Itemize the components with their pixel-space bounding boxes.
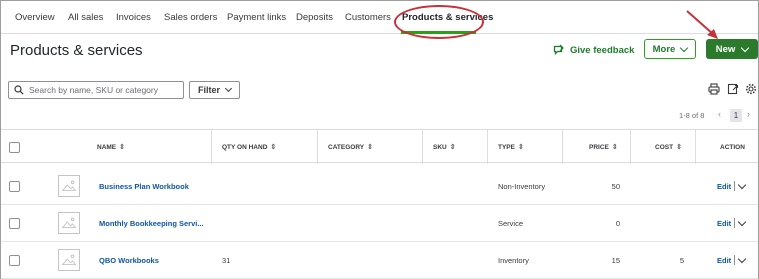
product-cost: [631, 205, 684, 242]
tab-products-services[interactable]: Products & services: [402, 1, 493, 34]
column-divider: [695, 130, 696, 164]
product-name-link[interactable]: Monthly Bookkeeping Servi...: [99, 205, 204, 242]
gear-icon[interactable]: [745, 83, 757, 95]
table-row: QBO Workbooks 31 Inventory 15 5 Edit: [1, 242, 758, 279]
tab-payment-links[interactable]: Payment links: [227, 1, 286, 34]
image-placeholder-icon: [58, 212, 80, 234]
sort-icon: ⇕: [270, 144, 277, 151]
table-row: Monthly Bookkeeping Servi... Service 0 E…: [1, 205, 758, 242]
pagination-current-page[interactable]: 1: [730, 109, 742, 122]
action-divider: [734, 218, 735, 228]
column-header-label: ACTION: [720, 143, 745, 151]
chevron-down-icon: [224, 84, 233, 93]
column-header-label: TYPE: [498, 143, 515, 151]
active-tab-indicator: [401, 31, 476, 34]
chevron-down-icon[interactable]: [737, 180, 747, 190]
product-price: 0: [615, 219, 620, 228]
printer-icon[interactable]: [708, 83, 720, 95]
pagination-prev-button[interactable]: ‹: [718, 109, 721, 119]
table-row: Business Plan Workbook Non-Inventory 50 …: [1, 168, 758, 205]
product-price: 15: [611, 256, 620, 265]
more-button-label: More: [652, 43, 676, 55]
column-header-type[interactable]: TYPE ⇕: [498, 130, 524, 164]
column-header-sku[interactable]: SKU ⇕: [433, 130, 456, 164]
chevron-down-icon: [680, 43, 689, 52]
action-divider: [734, 181, 735, 191]
pagination-next-button[interactable]: ›: [747, 109, 750, 119]
column-divider: [422, 130, 423, 164]
column-header-qty[interactable]: QTY ON HAND ⇕: [222, 130, 276, 164]
feedback-icon: [553, 44, 564, 56]
table-header: NAME ⇕ QTY ON HAND ⇕ CATEGORY ⇕ SKU ⇕ TYPE ⇕ …: [1, 129, 758, 164]
sort-icon: ⇕: [119, 144, 126, 151]
chevron-down-icon[interactable]: [737, 254, 747, 264]
column-header-label: PRICE: [589, 143, 609, 151]
new-button-label: New: [715, 43, 736, 55]
tab-sales-orders[interactable]: Sales orders: [164, 1, 217, 34]
column-header-name[interactable]: NAME ⇕: [97, 130, 125, 164]
column-header-label: SKU: [433, 143, 447, 151]
give-feedback-link[interactable]: Give feedback: [553, 43, 634, 57]
edit-link[interactable]: Edit: [717, 242, 731, 279]
product-price: 50: [611, 182, 620, 191]
chevron-down-icon[interactable]: [737, 217, 747, 227]
column-divider: [487, 130, 488, 164]
pagination-range: 1-8 of 8: [679, 111, 705, 120]
chevron-down-icon: [741, 43, 750, 52]
product-cost: [631, 168, 684, 205]
column-divider: [630, 130, 631, 164]
search-box: [8, 81, 184, 99]
product-type: Non-Inventory: [498, 182, 546, 191]
page-title: Products & services: [10, 42, 143, 59]
new-button[interactable]: New: [706, 39, 758, 59]
sort-icon: ⇕: [449, 144, 456, 151]
search-icon: [14, 85, 24, 95]
sort-icon: ⇕: [611, 144, 618, 151]
product-name-link[interactable]: QBO Workbooks: [99, 242, 159, 279]
product-name-link[interactable]: Business Plan Workbook: [99, 168, 189, 205]
column-header-label: QTY ON HAND: [222, 143, 268, 151]
tab-customers[interactable]: Customers: [345, 1, 391, 34]
product-type: Service: [498, 219, 524, 228]
column-divider: [562, 130, 563, 164]
column-header-price[interactable]: PRICE ⇕: [589, 130, 618, 164]
column-header-label: COST: [655, 143, 674, 151]
image-placeholder-icon: [58, 175, 80, 197]
more-button[interactable]: More: [644, 39, 696, 59]
column-divider: [211, 130, 212, 164]
filter-button-label: Filter: [197, 85, 220, 95]
filter-button[interactable]: Filter: [189, 81, 240, 99]
column-header-cost[interactable]: COST ⇕: [655, 130, 682, 164]
search-input[interactable]: [29, 85, 179, 95]
export-icon[interactable]: [727, 83, 739, 95]
product-type: Inventory: [498, 256, 529, 265]
tab-all-sales[interactable]: All sales: [68, 1, 103, 34]
top-tabs: Overview All sales Invoices Sales orders…: [1, 1, 758, 34]
column-header-label: NAME: [97, 143, 117, 151]
column-divider: [317, 130, 318, 164]
sort-icon: ⇕: [367, 144, 373, 151]
sort-icon: ⇕: [676, 144, 682, 151]
tab-overview[interactable]: Overview: [15, 1, 55, 34]
row-checkbox[interactable]: [9, 181, 20, 192]
column-header-action: ACTION: [720, 130, 745, 164]
tab-invoices[interactable]: Invoices: [116, 1, 151, 34]
action-divider: [734, 255, 735, 265]
column-header-label: CATEGORY: [328, 143, 365, 151]
image-placeholder-icon: [58, 249, 80, 271]
give-feedback-label: Give feedback: [570, 44, 635, 56]
row-checkbox[interactable]: [9, 218, 20, 229]
edit-link[interactable]: Edit: [717, 168, 731, 205]
qty-on-hand: 31: [222, 256, 231, 265]
row-checkbox[interactable]: [9, 255, 20, 266]
column-header-category[interactable]: CATEGORY ⇕: [328, 130, 373, 164]
edit-link[interactable]: Edit: [717, 205, 731, 242]
tab-deposits[interactable]: Deposits: [296, 1, 333, 34]
select-all-checkbox[interactable]: [9, 142, 20, 153]
product-cost: 5: [679, 256, 684, 265]
sort-icon: ⇕: [517, 144, 524, 151]
